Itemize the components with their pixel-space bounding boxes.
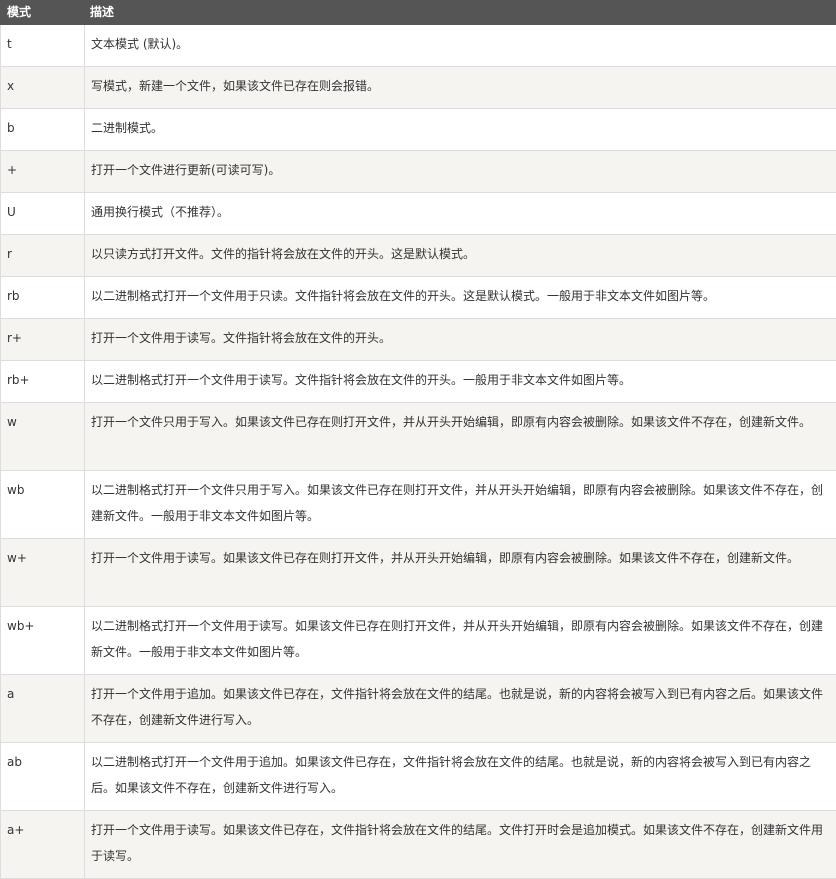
description-cell: 二进制模式。 [85, 109, 836, 151]
header-row: 模式 描述 [1, 1, 836, 25]
mode-cell: + [1, 151, 85, 193]
description-cell: 以二进制格式打开一个文件用于读写。如果该文件已存在则打开文件，并从开头开始编辑，… [85, 607, 836, 675]
mode-cell: a+ [1, 811, 85, 879]
description-cell: 打开一个文件只用于写入。如果该文件已存在则打开文件，并从开头开始编辑，即原有内容… [85, 403, 836, 471]
table-row: w 打开一个文件只用于写入。如果该文件已存在则打开文件，并从开头开始编辑，即原有… [1, 403, 836, 471]
mode-cell: ab [1, 743, 85, 811]
description-cell: 写模式，新建一个文件，如果该文件已存在则会报错。 [85, 67, 836, 109]
table-row: b 二进制模式。 [1, 109, 836, 151]
table-row: wb+ 以二进制格式打开一个文件用于读写。如果该文件已存在则打开文件，并从开头开… [1, 607, 836, 675]
description-cell: 打开一个文件用于追加。如果该文件已存在，文件指针将会放在文件的结尾。也就是说，新… [85, 675, 836, 743]
mode-cell: wb [1, 471, 85, 539]
table-body: t 文本模式 (默认)。 x 写模式，新建一个文件，如果该文件已存在则会报错。 … [1, 25, 836, 879]
table-row: x 写模式，新建一个文件，如果该文件已存在则会报错。 [1, 67, 836, 109]
header-mode: 模式 [1, 1, 85, 25]
file-modes-table: 模式 描述 t 文本模式 (默认)。 x 写模式，新建一个文件，如果该文件已存在… [0, 0, 836, 879]
mode-cell: rb [1, 277, 85, 319]
mode-cell: w+ [1, 539, 85, 607]
table-row: U 通用换行模式（不推荐）。 [1, 193, 836, 235]
table-row: a 打开一个文件用于追加。如果该文件已存在，文件指针将会放在文件的结尾。也就是说… [1, 675, 836, 743]
description-cell: 以二进制格式打开一个文件用于只读。文件指针将会放在文件的开头。这是默认模式。一般… [85, 277, 836, 319]
mode-cell: b [1, 109, 85, 151]
mode-cell: rb+ [1, 361, 85, 403]
mode-cell: x [1, 67, 85, 109]
table-row: ab 以二进制格式打开一个文件用于追加。如果该文件已存在，文件指针将会放在文件的… [1, 743, 836, 811]
table-row: + 打开一个文件进行更新(可读可写)。 [1, 151, 836, 193]
mode-cell: w [1, 403, 85, 471]
description-cell: 打开一个文件用于读写。文件指针将会放在文件的开头。 [85, 319, 836, 361]
description-cell: 以二进制格式打开一个文件用于读写。文件指针将会放在文件的开头。一般用于非文本文件… [85, 361, 836, 403]
table-row: t 文本模式 (默认)。 [1, 25, 836, 67]
mode-cell: a [1, 675, 85, 743]
table-row: wb 以二进制格式打开一个文件只用于写入。如果该文件已存在则打开文件，并从开头开… [1, 471, 836, 539]
description-cell: 以二进制格式打开一个文件只用于写入。如果该文件已存在则打开文件，并从开头开始编辑… [85, 471, 836, 539]
description-cell: 打开一个文件进行更新(可读可写)。 [85, 151, 836, 193]
table-row: a+ 打开一个文件用于读写。如果该文件已存在，文件指针将会放在文件的结尾。文件打… [1, 811, 836, 879]
mode-cell: U [1, 193, 85, 235]
mode-cell: r+ [1, 319, 85, 361]
description-cell: 打开一个文件用于读写。如果该文件已存在，文件指针将会放在文件的结尾。文件打开时会… [85, 811, 836, 879]
mode-cell: wb+ [1, 607, 85, 675]
mode-cell: t [1, 25, 85, 67]
table-row: r 以只读方式打开文件。文件的指针将会放在文件的开头。这是默认模式。 [1, 235, 836, 277]
table-row: w+ 打开一个文件用于读写。如果该文件已存在则打开文件，并从开头开始编辑，即原有… [1, 539, 836, 607]
table-row: rb 以二进制格式打开一个文件用于只读。文件指针将会放在文件的开头。这是默认模式… [1, 277, 836, 319]
description-cell: 以二进制格式打开一个文件用于追加。如果该文件已存在，文件指针将会放在文件的结尾。… [85, 743, 836, 811]
table-row: rb+ 以二进制格式打开一个文件用于读写。文件指针将会放在文件的开头。一般用于非… [1, 361, 836, 403]
table-row: r+ 打开一个文件用于读写。文件指针将会放在文件的开头。 [1, 319, 836, 361]
description-cell: 以只读方式打开文件。文件的指针将会放在文件的开头。这是默认模式。 [85, 235, 836, 277]
mode-cell: r [1, 235, 85, 277]
description-cell: 打开一个文件用于读写。如果该文件已存在则打开文件，并从开头开始编辑，即原有内容会… [85, 539, 836, 607]
table-header: 模式 描述 [1, 1, 836, 25]
header-description: 描述 [85, 1, 836, 25]
description-cell: 文本模式 (默认)。 [85, 25, 836, 67]
description-cell: 通用换行模式（不推荐）。 [85, 193, 836, 235]
